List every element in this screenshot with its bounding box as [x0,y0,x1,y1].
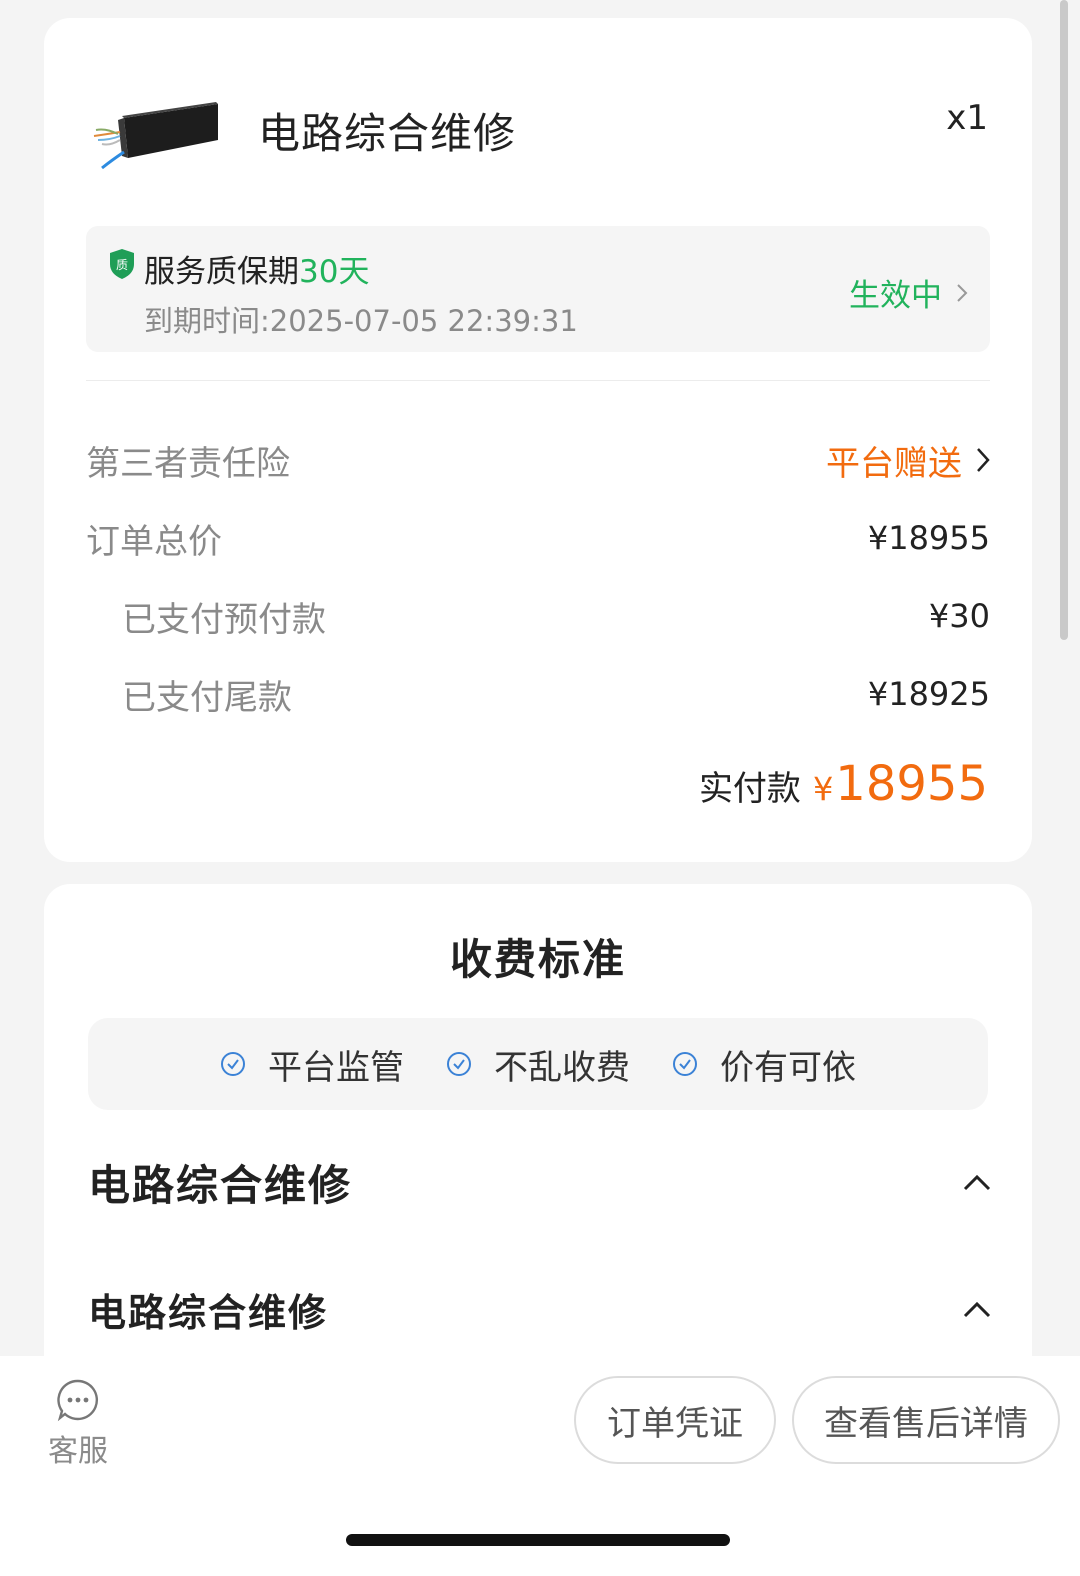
insurance-row[interactable]: 第三者责任险 平台赠送 [86,436,990,485]
fee-subsection-header[interactable]: 电路综合维修 [88,1282,992,1337]
product-quantity: x1 [946,98,988,138]
customer-service-label: 客服 [48,1434,108,1469]
final-payment-label: 已支付尾款 [122,677,292,718]
chevron-right-icon [977,448,990,472]
final-payment-value: ¥18925 [867,675,990,713]
order-voucher-button[interactable]: 订单凭证 [574,1376,776,1464]
home-indicator[interactable] [346,1534,730,1546]
promise-bar: 平台监管 不乱收费 价有可依 [88,1018,988,1110]
check-circle-icon [447,1052,471,1076]
total-price-label: 订单总价 [86,521,222,562]
chevron-up-icon[interactable] [962,1174,992,1192]
order-summary-card: 电路综合维修 x1 质 服务质保期30天 到期时间:2025-07-05 22:… [44,18,1032,862]
cable-product-icon[interactable] [88,88,228,178]
actual-payment-amount: 18955 [835,756,988,812]
insurance-label: 第三者责任险 [86,443,290,484]
warranty-title: 服务质保期30天 [144,246,369,291]
check-circle-icon [673,1052,697,1076]
fee-standard-card: 收费标准 平台监管 不乱收费 价有可依 电路综合维修 电路综合维修 [44,884,1032,1404]
promise-text: 价有可依 [720,1047,856,1088]
fee-subsection-title: 电路综合维修 [88,1291,329,1335]
order-detail-page: 电路综合维修 x1 质 服务质保期30天 到期时间:2025-07-05 22:… [0,0,1080,1576]
warranty-panel[interactable]: 质 服务质保期30天 到期时间:2025-07-05 22:39:31 生效中 [86,226,990,352]
fee-standard-title: 收费标准 [449,935,626,984]
chat-bubble-icon [57,1379,98,1422]
promise-text: 平台监管 [268,1047,404,1088]
insurance-value: 平台赠送 [826,443,962,484]
actual-payment-label: 实付款 [698,769,801,809]
svg-text:质: 质 [116,258,128,272]
total-price-value: ¥18955 [867,519,990,557]
promise-item: 价有可依 [672,1040,856,1089]
scrollbar[interactable] [1060,0,1068,640]
quality-shield-icon: 质 [110,249,134,279]
insurance-value-link[interactable]: 平台赠送 [826,436,990,485]
bottom-action-bar: 客服 订单凭证 查看售后详情 [0,1356,1080,1576]
final-payment-row: 已支付尾款 ¥18925 [86,672,990,718]
actual-payment: 实付款 ¥ 18955 [699,756,988,812]
product-title: 电路综合维修 [258,109,517,158]
prepaid-value: ¥30 [928,597,990,635]
chevron-right-icon [957,283,968,302]
promise-item: 不乱收费 [446,1040,630,1089]
warranty-title-prefix: 服务质保期 [144,254,299,290]
view-aftersale-button[interactable]: 查看售后详情 [792,1376,1060,1464]
customer-service-button[interactable]: 客服 [46,1378,110,1470]
check-circle-icon [221,1052,245,1076]
prepaid-row: 已支付预付款 ¥30 [86,594,990,640]
divider [86,380,990,381]
warranty-status-link[interactable]: 生效中 [849,270,968,315]
promise-text: 不乱收费 [494,1047,630,1088]
warranty-status-text: 生效中 [849,278,942,314]
promise-item: 平台监管 [220,1040,404,1089]
warranty-expire-time: 到期时间:2025-07-05 22:39:31 [144,304,578,338]
fee-section-header[interactable]: 电路综合维修 [88,1152,992,1213]
warranty-days: 30天 [299,254,370,290]
total-price-row: 订单总价 ¥18955 [86,516,990,562]
fee-section-title: 电路综合维修 [88,1161,353,1210]
actual-payment-currency: ¥ [812,770,834,808]
chevron-up-icon[interactable] [962,1301,992,1319]
prepaid-label: 已支付预付款 [122,599,326,640]
